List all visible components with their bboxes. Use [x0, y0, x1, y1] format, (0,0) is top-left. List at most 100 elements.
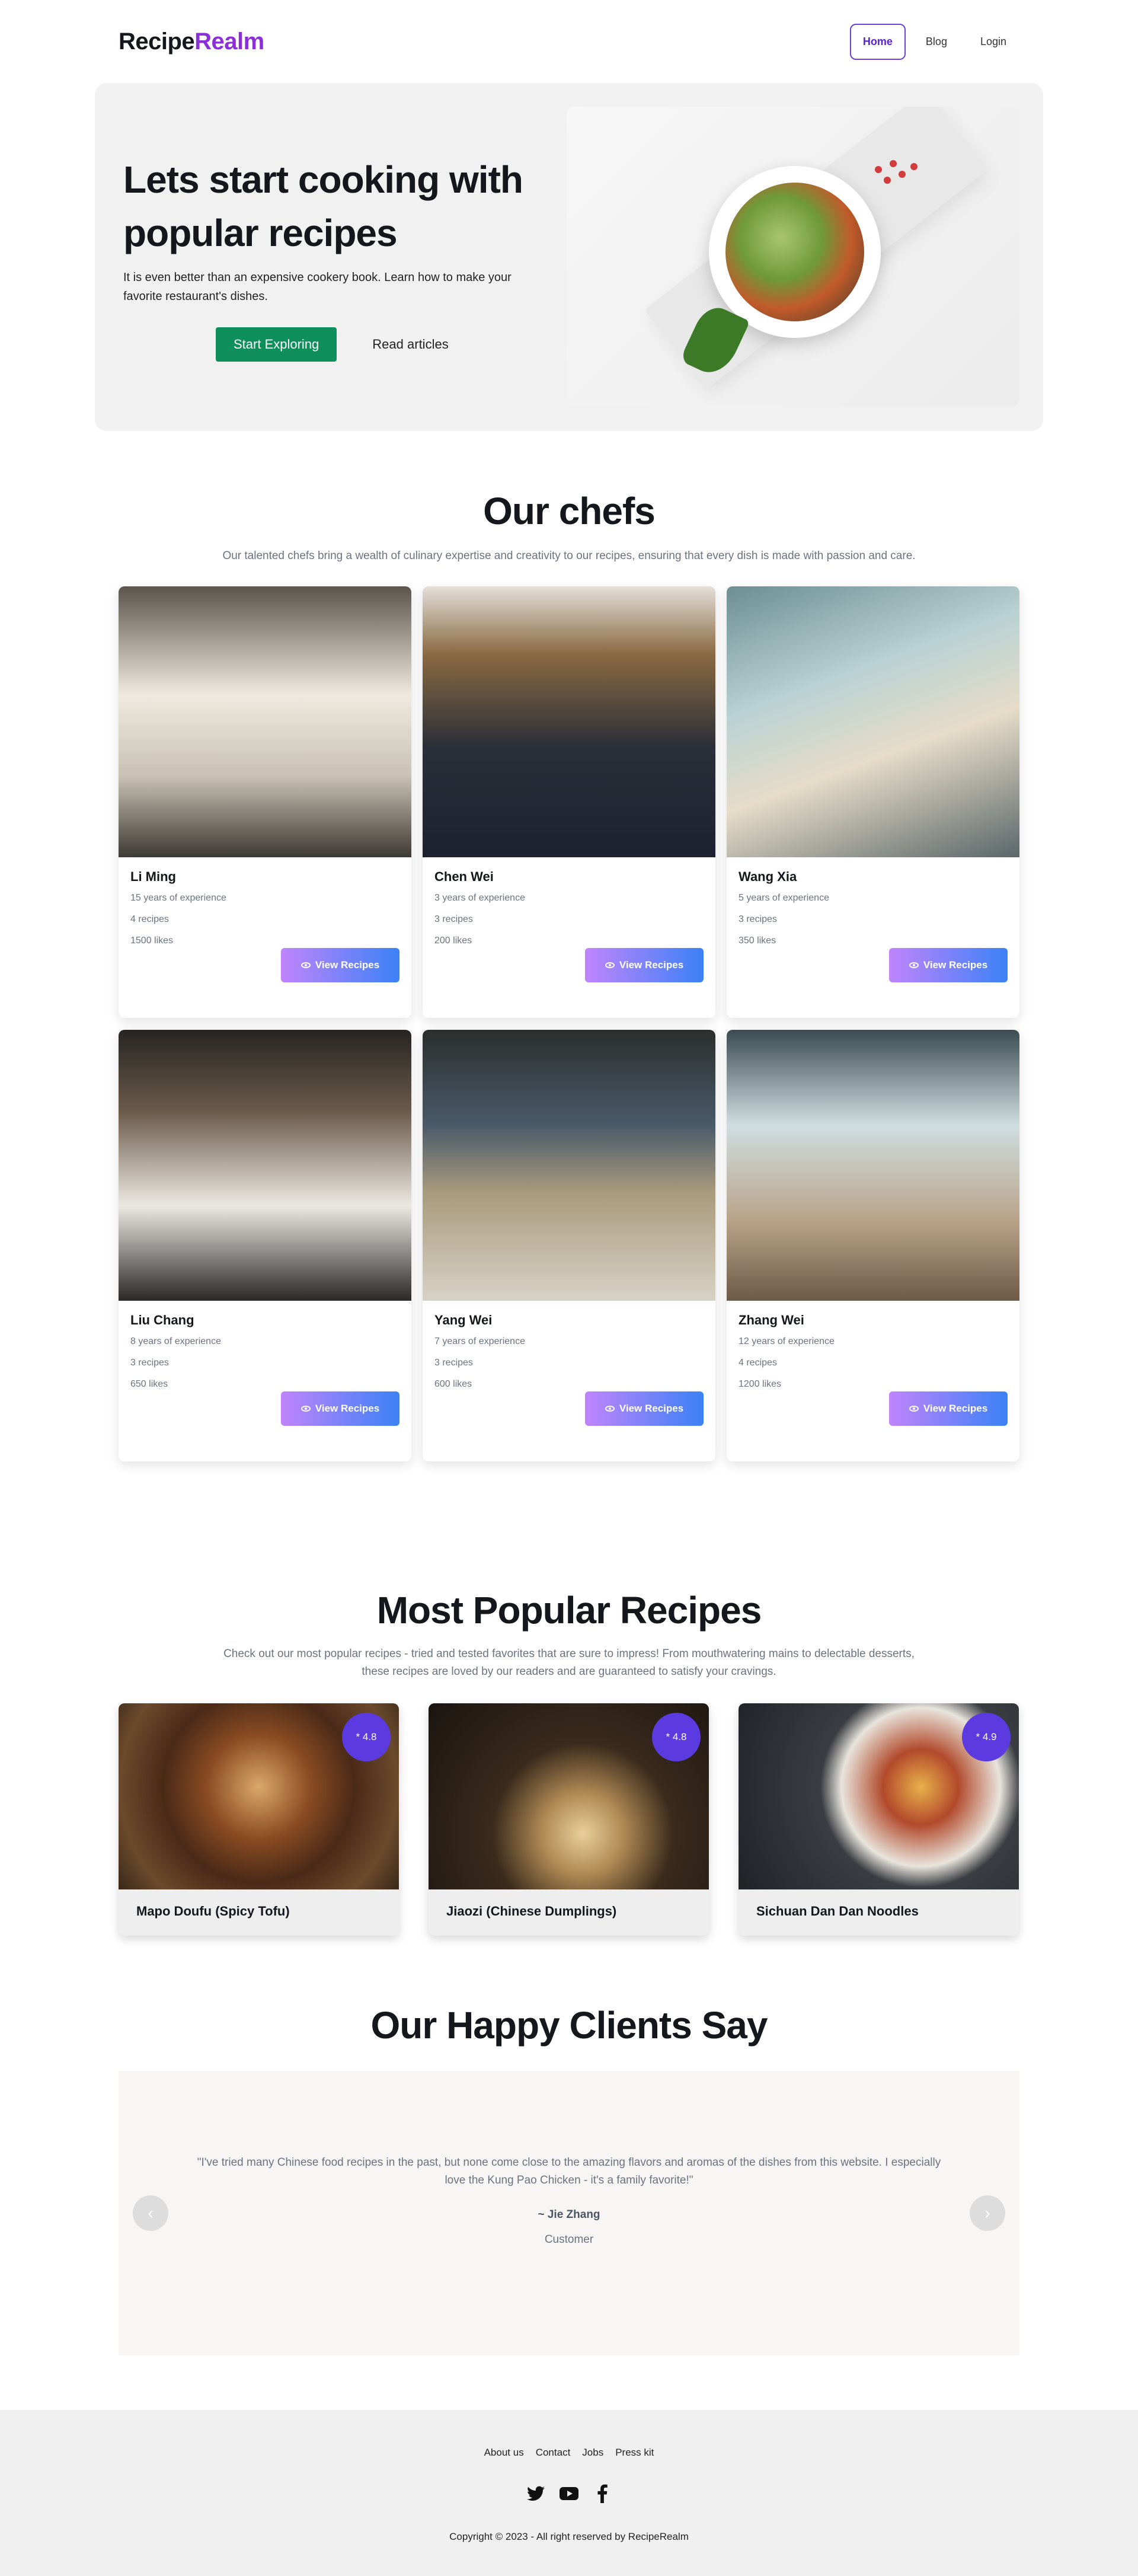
- chef-experience: 8 years of experience: [130, 1336, 221, 1346]
- logo-part-2: Realm: [194, 28, 264, 55]
- nav-links: Home Blog Login: [849, 23, 1019, 60]
- recipe-grid: * 4.8 Mapo Doufu (Spicy Tofu) * 4.8 Jiao…: [119, 1703, 1019, 1936]
- chef-likes: 200 likes: [434, 936, 472, 946]
- chef-photo: [119, 586, 411, 857]
- chefs-title: Our chefs: [483, 490, 656, 532]
- view-recipes-button[interactable]: View Recipes: [585, 948, 704, 982]
- view-recipes-label: View Recipes: [315, 1403, 380, 1414]
- chef-photo: [119, 1030, 411, 1301]
- hero-text: Lets start cooking with popular recipes …: [123, 153, 550, 362]
- chef-name: Zhang Wei: [739, 1313, 804, 1327]
- logo[interactable]: RecipeRealm: [119, 28, 264, 55]
- view-recipes-button[interactable]: View Recipes: [585, 1391, 704, 1426]
- chevron-right-icon: ›: [984, 2204, 990, 2222]
- read-articles-link[interactable]: Read articles: [372, 337, 448, 352]
- testimonial-author: ~ Jie Zhang: [538, 2208, 600, 2221]
- eye-icon: [301, 1406, 311, 1412]
- recipe-card[interactable]: * 4.8 Jiaozi (Chinese Dumplings): [429, 1703, 709, 1936]
- carousel-next-button[interactable]: ›: [970, 2195, 1005, 2231]
- chef-recipes: 3 recipes: [434, 1358, 473, 1368]
- chef-recipes: 3 recipes: [130, 1358, 169, 1368]
- footer: About us Contact Jobs Press kit Copyrigh…: [0, 2410, 1138, 2576]
- social-links: [0, 2484, 1138, 2504]
- recipes-subtitle: Check out our most popular recipes - tri…: [0, 1645, 1138, 1681]
- chef-likes: 1500 likes: [130, 936, 174, 946]
- copyright: Copyright © 2023 - All right reserved by…: [449, 2531, 689, 2542]
- chefs-subtitle: Our talented chefs bring a wealth of cul…: [222, 550, 916, 562]
- recipes-subtitle-line: Check out our most popular recipes - tri…: [223, 1648, 915, 1660]
- twitter-icon[interactable]: [526, 2484, 546, 2504]
- nav-login-link[interactable]: Login: [967, 24, 1019, 60]
- chef-experience: 7 years of experience: [434, 1336, 525, 1346]
- view-recipes-label: View Recipes: [619, 1403, 684, 1414]
- chef-recipes: 4 recipes: [739, 1358, 777, 1368]
- testimonials-title: Our Happy Clients Say: [370, 2004, 768, 2047]
- chef-card: Chen Wei 3 years of experience 3 recipes…: [423, 586, 715, 1018]
- recipe-card[interactable]: * 4.8 Mapo Doufu (Spicy Tofu): [119, 1703, 399, 1936]
- chef-recipes: 3 recipes: [434, 914, 473, 924]
- eye-icon: [605, 962, 615, 968]
- recipes-subtitle-line: these recipes are loved by our readers a…: [362, 1665, 776, 1678]
- chef-grid: Li Ming 15 years of experience 4 recipes…: [119, 586, 1019, 1461]
- chef-experience: 12 years of experience: [739, 1336, 835, 1346]
- hero-description: It is even better than an expensive cook…: [123, 270, 512, 303]
- recipe-name: Sichuan Dan Dan Noodles: [756, 1904, 919, 1919]
- view-recipes-label: View Recipes: [315, 959, 380, 971]
- footer-press-kit-link[interactable]: Press kit: [615, 2447, 654, 2459]
- pomegranate-seed: [899, 171, 906, 178]
- chef-card: Wang Xia 5 years of experience 3 recipes…: [727, 586, 1019, 1018]
- view-recipes-button[interactable]: View Recipes: [889, 948, 1008, 982]
- chef-name: Yang Wei: [434, 1313, 493, 1327]
- pomegranate-seed: [890, 160, 897, 167]
- eye-icon: [605, 1406, 615, 1412]
- nav-blog-link[interactable]: Blog: [913, 24, 960, 60]
- logo-part-1: Recipe: [119, 28, 195, 55]
- rating-badge: * 4.9: [962, 1713, 1011, 1761]
- youtube-icon[interactable]: [559, 2484, 579, 2504]
- recipes-title: Most Popular Recipes: [376, 1589, 762, 1632]
- footer-contact-link[interactable]: Contact: [536, 2447, 571, 2459]
- pomegranate-seed: [875, 166, 882, 173]
- chef-name: Chen Wei: [434, 869, 494, 884]
- view-recipes-button[interactable]: View Recipes: [889, 1391, 1008, 1426]
- chef-name: Li Ming: [130, 869, 176, 884]
- pomegranate-seed: [884, 177, 891, 184]
- view-recipes-button[interactable]: View Recipes: [281, 1391, 399, 1426]
- hero-title: Lets start cooking with popular recipes: [123, 158, 523, 254]
- footer-jobs-link[interactable]: Jobs: [582, 2447, 603, 2459]
- chef-photo: [727, 1030, 1019, 1301]
- chef-card: Li Ming 15 years of experience 4 recipes…: [119, 586, 411, 1018]
- chef-card: Liu Chang 8 years of experience 3 recipe…: [119, 1030, 411, 1461]
- footer-about-link[interactable]: About us: [484, 2447, 524, 2459]
- footer-links: About us Contact Jobs Press kit: [0, 2447, 1138, 2459]
- nav-home-link[interactable]: Home: [849, 23, 906, 60]
- view-recipes-label: View Recipes: [923, 1403, 988, 1414]
- chef-likes: 600 likes: [434, 1379, 472, 1389]
- view-recipes-button[interactable]: View Recipes: [281, 948, 399, 982]
- recipe-card[interactable]: * 4.9 Sichuan Dan Dan Noodles: [739, 1703, 1019, 1936]
- chef-recipes: 3 recipes: [739, 914, 777, 924]
- chef-name: Liu Chang: [130, 1313, 194, 1327]
- testimonial-carousel: ‹ "I've tried many Chinese food recipes …: [119, 2071, 1019, 2355]
- facebook-icon[interactable]: [592, 2484, 612, 2504]
- chef-card: Yang Wei 7 years of experience 3 recipes…: [423, 1030, 715, 1461]
- testimonial-role: Customer: [544, 2233, 594, 2246]
- start-exploring-button[interactable]: Start Exploring: [216, 327, 337, 362]
- rating-badge: * 4.8: [652, 1713, 701, 1761]
- eye-icon: [909, 962, 919, 968]
- view-recipes-label: View Recipes: [619, 959, 684, 971]
- pomegranate-seed: [910, 163, 918, 170]
- hero-salad-image: [567, 107, 1019, 407]
- chef-name: Wang Xia: [739, 869, 797, 884]
- salad: [725, 183, 864, 321]
- chef-experience: 5 years of experience: [739, 893, 829, 903]
- eye-icon: [909, 1406, 919, 1412]
- chef-likes: 350 likes: [739, 936, 776, 946]
- chef-photo: [423, 1030, 715, 1301]
- chef-recipes: 4 recipes: [130, 914, 169, 924]
- hero-actions: Start Exploring Read articles: [123, 327, 550, 362]
- recipe-name: Mapo Doufu (Spicy Tofu): [136, 1904, 290, 1919]
- chef-photo: [727, 586, 1019, 857]
- testimonial-quote: "I've tried many Chinese food recipes in…: [197, 2156, 941, 2186]
- view-recipes-label: View Recipes: [923, 959, 988, 971]
